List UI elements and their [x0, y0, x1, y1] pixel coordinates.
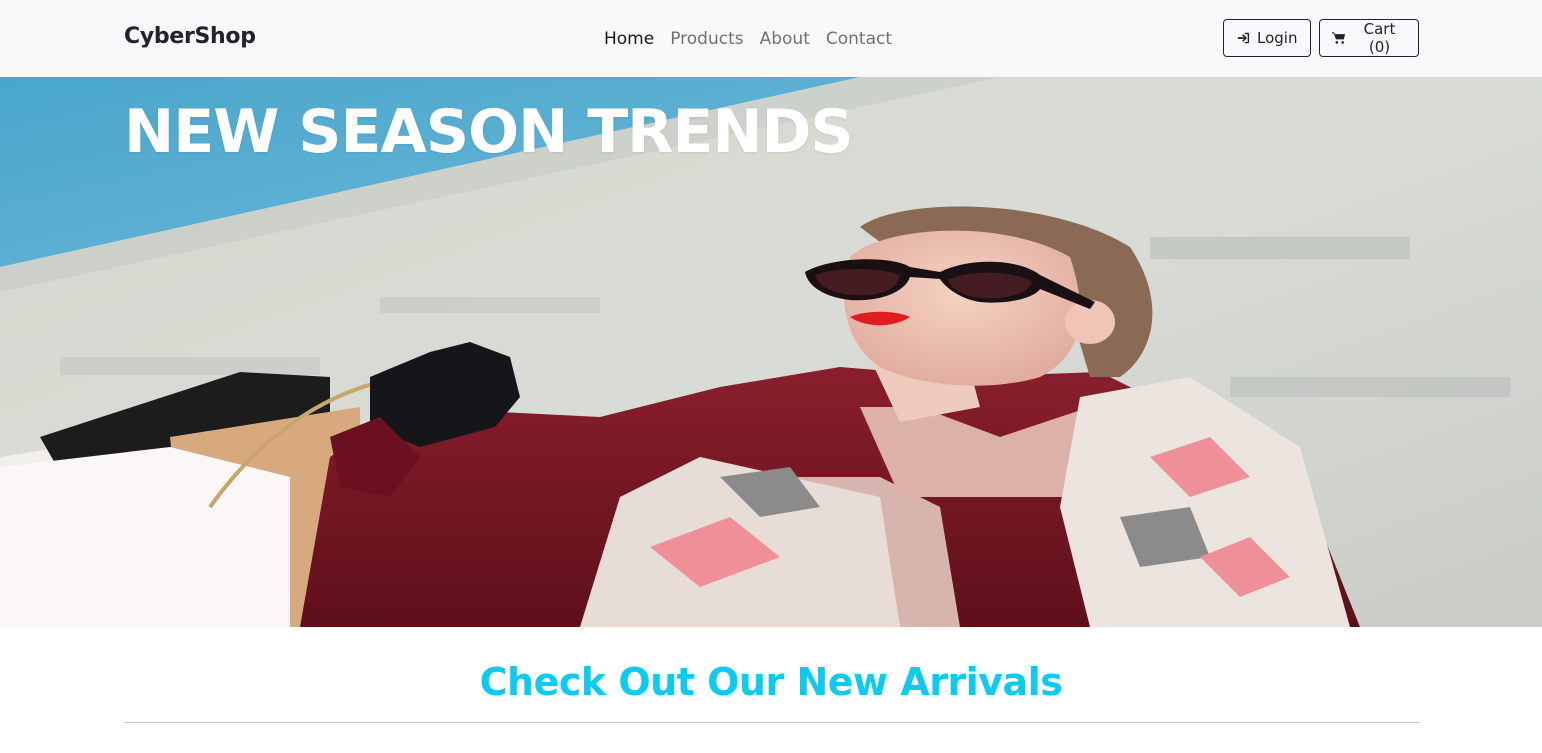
hero-banner: NEW SEASON TRENDS	[0, 77, 1542, 627]
nav-link-contact[interactable]: Contact	[826, 27, 892, 51]
nav-link-products[interactable]: Products	[670, 27, 743, 51]
brand-logo[interactable]: CyberShop	[124, 24, 256, 49]
hero-title: NEW SEASON TRENDS	[124, 97, 854, 167]
new-arrivals-heading: Check Out Our New Arrivals	[479, 660, 1063, 704]
cart-icon	[1332, 32, 1346, 44]
nav-links: Home Products About Contact	[604, 27, 892, 51]
login-button[interactable]: Login	[1223, 19, 1311, 57]
login-button-label: Login	[1257, 29, 1298, 47]
cart-button[interactable]: Cart (0)	[1319, 19, 1419, 57]
section-divider	[124, 722, 1420, 723]
nav-link-home[interactable]: Home	[604, 27, 654, 51]
navbar: CyberShop Home Products About Contact Lo…	[0, 0, 1542, 77]
nav-link-about[interactable]: About	[760, 27, 810, 51]
cart-button-label: Cart (0)	[1363, 20, 1396, 56]
sign-in-icon	[1237, 32, 1250, 44]
